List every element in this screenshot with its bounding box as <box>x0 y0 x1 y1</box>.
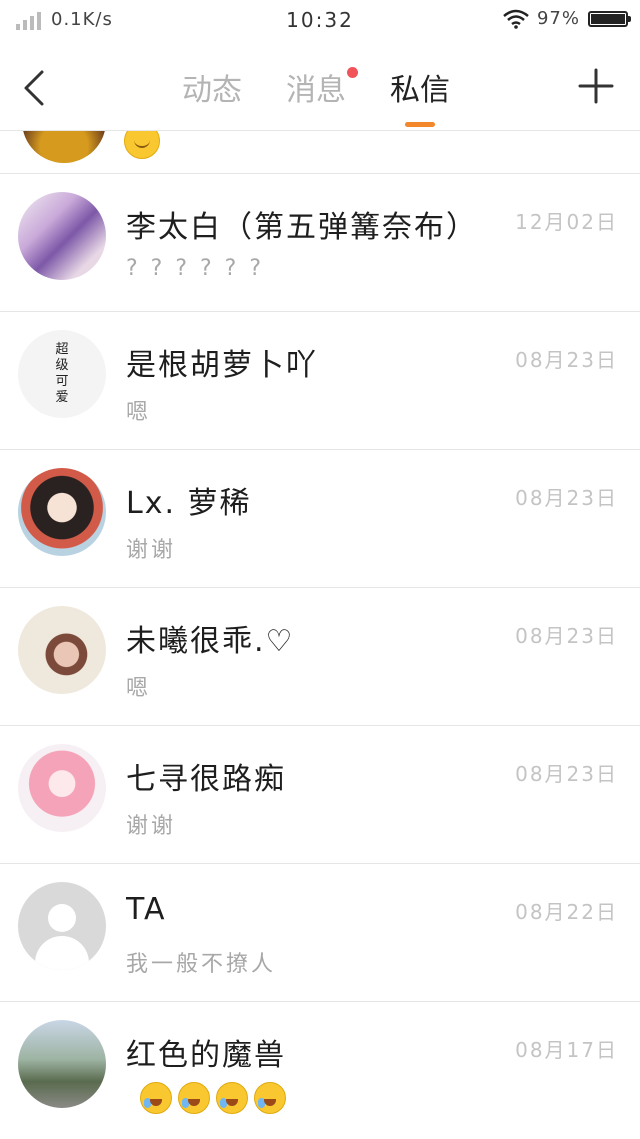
avatar[interactable] <box>18 744 106 832</box>
list-item[interactable]: 超 级 可 爱 是根胡萝卜吖 嗯 08月23日 <box>0 312 640 450</box>
avatar[interactable] <box>18 1020 106 1108</box>
tab-dynamics[interactable]: 动态 <box>180 65 244 109</box>
message-date: 08月22日 <box>515 900 618 924</box>
last-message: 嗯 <box>126 400 152 425</box>
contact-name: TA <box>126 892 167 927</box>
battery-percent: 97% <box>536 8 580 29</box>
avatar[interactable]: 超 级 可 爱 <box>18 330 106 418</box>
tears-of-joy-emoji-icon <box>216 1082 248 1114</box>
list-item[interactable]: 未曦很乖.♡ 嗯 08月23日 <box>0 588 640 726</box>
default-avatar-icon[interactable] <box>18 882 106 970</box>
unread-dot <box>347 67 358 78</box>
last-message: 谢谢 <box>126 538 177 563</box>
avatar-text: 超 <box>55 342 69 357</box>
tears-of-joy-emoji-icon <box>178 1082 210 1114</box>
top-nav-bar: 动态 消息 私信 <box>0 40 640 131</box>
list-item[interactable]: 七寻很路痴 谢谢 08月23日 <box>0 726 640 864</box>
tab-bar: 动态 消息 私信 <box>180 65 452 127</box>
last-message: ? ? ? ? ? ? <box>126 256 265 281</box>
tab-dynamics-label: 动态 <box>182 73 242 108</box>
avatar-text: 爱 <box>55 390 69 405</box>
status-right: 97% <box>503 8 631 29</box>
last-message: 谢谢 <box>126 814 177 839</box>
battery-icon <box>588 10 631 27</box>
tears-of-joy-emoji-icon <box>254 1082 286 1114</box>
tab-private-messages[interactable]: 私信 <box>388 65 452 127</box>
message-date: 12月02日 <box>515 210 618 234</box>
add-icon[interactable] <box>578 68 614 104</box>
message-date: 08月23日 <box>515 762 618 786</box>
conversation-list: 李太白（第五弹篝奈布） ? ? ? ? ? ? 12月02日 超 级 可 爱 是… <box>0 131 640 1139</box>
last-message: 我一般不撩人 <box>126 952 277 977</box>
smiley-emoji-icon <box>124 131 160 159</box>
list-item[interactable]: Lx. 萝稀 谢谢 08月23日 <box>0 450 640 588</box>
contact-name: 七寻很路痴 <box>126 762 286 797</box>
last-message: 嗯 <box>126 676 152 701</box>
avatar-text: 级 <box>55 358 69 373</box>
last-message-emoji <box>140 1082 286 1114</box>
message-date: 08月17日 <box>515 1038 618 1062</box>
contact-name: 红色的魔兽 <box>126 1038 286 1073</box>
tab-messages-label: 消息 <box>286 73 346 108</box>
active-tab-indicator <box>405 122 435 127</box>
tab-private-messages-label: 私信 <box>390 73 450 108</box>
back-arrow-icon[interactable] <box>18 68 58 108</box>
list-item[interactable]: 红色的魔兽 08月17日 <box>0 1002 640 1139</box>
list-item[interactable]: 李太白（第五弹篝奈布） ? ? ? ? ? ? 12月02日 <box>0 174 640 312</box>
tab-messages[interactable]: 消息 <box>284 65 358 109</box>
message-date: 08月23日 <box>515 486 618 510</box>
list-item-partial[interactable] <box>0 131 640 174</box>
message-date: 08月23日 <box>515 624 618 648</box>
wifi-icon <box>503 9 529 29</box>
avatar[interactable] <box>18 468 106 556</box>
contact-name: 李太白（第五弹篝奈布） <box>126 210 478 245</box>
contact-name: Lx. 萝稀 <box>126 486 252 521</box>
contact-name: 未曦很乖.♡ <box>126 624 295 659</box>
tears-of-joy-emoji-icon <box>140 1082 172 1114</box>
avatar[interactable] <box>18 606 106 694</box>
avatar <box>22 131 106 163</box>
status-bar: 0.1K/s 10:32 97% <box>0 0 640 40</box>
contact-name: 是根胡萝卜吖 <box>126 348 318 383</box>
message-date: 08月23日 <box>515 348 618 372</box>
list-item[interactable]: TA 我一般不撩人 08月22日 <box>0 864 640 1002</box>
avatar[interactable] <box>18 192 106 280</box>
avatar-text: 可 <box>55 374 69 389</box>
